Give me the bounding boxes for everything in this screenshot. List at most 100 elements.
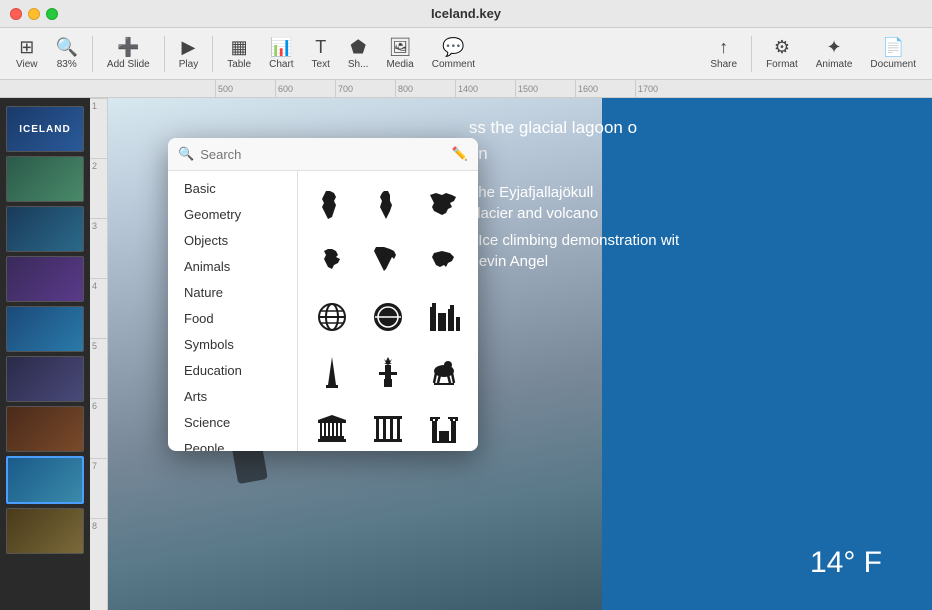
- ruler-num-800: 800: [395, 80, 455, 97]
- slide-thumb-6[interactable]: 6: [6, 356, 84, 402]
- search-bar: 🔍 ✏️: [168, 138, 478, 171]
- zoom-control[interactable]: 🔍 83%: [48, 33, 86, 74]
- vruler-200: 2: [90, 158, 107, 218]
- shape-button[interactable]: ⬟ Sh...: [340, 33, 377, 74]
- document-button[interactable]: 📄 Document: [862, 33, 924, 74]
- icon-globe[interactable]: [306, 291, 358, 343]
- icon-africa-map[interactable]: [306, 179, 358, 231]
- slide-thumb-4[interactable]: 4: [6, 256, 84, 302]
- minimize-button[interactable]: [28, 8, 40, 20]
- close-button[interactable]: [10, 8, 22, 20]
- shape-icon: ⬟: [350, 37, 366, 58]
- add-slide-icon: ➕: [117, 37, 139, 58]
- table-button[interactable]: ▦ Table: [219, 33, 259, 74]
- icon-castle[interactable]: [418, 403, 470, 451]
- slide-bullet-1: • he Eyjafjallajökull: [469, 184, 922, 201]
- view-label: View: [16, 59, 38, 70]
- ruler-num-700: 700: [335, 80, 395, 97]
- slide-thumb-9[interactable]: 9: [6, 508, 84, 554]
- comment-label: Comment: [432, 59, 475, 70]
- category-symbols[interactable]: Symbols: [172, 332, 293, 357]
- view-icon: ⊞: [19, 37, 34, 58]
- ruler-num-1600: 1600: [575, 80, 635, 97]
- slide-preview-2: [7, 157, 83, 201]
- slide-bullet-2: glacier and volcano: [469, 205, 922, 222]
- icon-equestrian-statue[interactable]: [418, 347, 470, 399]
- slide-thumb-5[interactable]: 5: [6, 306, 84, 352]
- icon-europe-map[interactable]: [306, 235, 358, 287]
- ruler-num-1500: 1500: [515, 80, 575, 97]
- zoom-label: 83%: [57, 59, 77, 70]
- vruler-600: 6: [90, 398, 107, 458]
- shapes-dropdown: 🔍 ✏️ Basic Geometry Objects Animals Natu…: [168, 138, 478, 451]
- slide-canvas[interactable]: ss the glacial lagoon o ón • he Eyjafjal…: [108, 98, 932, 610]
- media-label: Media: [386, 59, 413, 70]
- search-icon: 🔍: [178, 146, 194, 162]
- icon-australia-map[interactable]: [418, 235, 470, 287]
- document-icon: 📄: [882, 37, 904, 58]
- search-input[interactable]: [200, 147, 446, 162]
- chart-button[interactable]: 📊 Chart: [261, 33, 301, 74]
- icon-city-buildings[interactable]: [418, 291, 470, 343]
- table-label: Table: [227, 59, 251, 70]
- toolbar-separator-1: [92, 36, 93, 72]
- window-title: Iceland.key: [431, 6, 501, 21]
- ruler-num-1400: 1400: [455, 80, 515, 97]
- animate-icon: ✦: [827, 37, 842, 58]
- text-button[interactable]: T Text: [304, 33, 338, 74]
- icon-north-america-map[interactable]: [362, 235, 414, 287]
- category-objects[interactable]: Objects: [172, 228, 293, 253]
- slide-thumb-3[interactable]: 3: [6, 206, 84, 252]
- chart-icon: 📊: [270, 37, 292, 58]
- play-button[interactable]: ▶ Play: [171, 33, 206, 74]
- icon-obelisk[interactable]: [306, 347, 358, 399]
- toolbar: ⊞ View 🔍 83% ➕ Add Slide ▶ Play ▦ Table …: [0, 28, 932, 80]
- canvas-area: 1 2 3 4 5 6 7 8 ss the glacial lagoon o …: [90, 98, 932, 610]
- media-button[interactable]: 🖼 Media: [378, 33, 421, 74]
- category-science[interactable]: Science: [172, 410, 293, 435]
- icon-south-america-map[interactable]: [362, 179, 414, 231]
- ruler: 500 600 700 800 1400 1500 1600 1700: [0, 80, 932, 98]
- animate-button[interactable]: ✦ Animate: [808, 33, 861, 74]
- icon-asia-map[interactable]: [418, 179, 470, 231]
- slides-sidebar: 1 ICELAND 2 3 4 5 6 7 8: [0, 98, 90, 610]
- vruler-800: 8: [90, 518, 107, 578]
- icon-parthenon[interactable]: [306, 403, 358, 451]
- comment-button[interactable]: 💬 Comment: [424, 33, 483, 74]
- main-area: 1 ICELAND 2 3 4 5 6 7 8: [0, 98, 932, 610]
- titlebar: Iceland.key: [0, 0, 932, 28]
- slide-thumb-8[interactable]: 8: [6, 456, 84, 504]
- icon-globe-alt[interactable]: [362, 291, 414, 343]
- share-button[interactable]: ↑ Share: [702, 33, 745, 74]
- slide-thumb-2[interactable]: 2: [6, 156, 84, 202]
- vruler-500: 5: [90, 338, 107, 398]
- slide-thumb-1[interactable]: 1 ICELAND: [6, 106, 84, 152]
- pencil-icon[interactable]: ✏️: [452, 146, 468, 162]
- category-geometry[interactable]: Geometry: [172, 202, 293, 227]
- category-education[interactable]: Education: [172, 358, 293, 383]
- format-button[interactable]: ⚙ Format: [758, 33, 806, 74]
- ruler-num-600: 600: [275, 80, 335, 97]
- category-animals[interactable]: Animals: [172, 254, 293, 279]
- share-label: Share: [710, 59, 737, 70]
- slide-text-area: ss the glacial lagoon o ón • he Eyjafjal…: [469, 118, 922, 270]
- icon-grid: [298, 171, 478, 451]
- category-people[interactable]: People: [172, 436, 293, 451]
- slide-thumb-7[interactable]: 7: [6, 406, 84, 452]
- category-basic[interactable]: Basic: [172, 176, 293, 201]
- view-button[interactable]: ⊞ View: [8, 33, 46, 74]
- maximize-button[interactable]: [46, 8, 58, 20]
- text-icon: T: [315, 37, 326, 58]
- toolbar-separator-3: [212, 36, 213, 72]
- category-arts[interactable]: Arts: [172, 384, 293, 409]
- category-list: Basic Geometry Objects Animals Nature Fo…: [168, 171, 298, 451]
- slide-preview-6: [7, 357, 83, 401]
- vruler-400: 4: [90, 278, 107, 338]
- icon-statue-of-liberty[interactable]: [362, 347, 414, 399]
- category-food[interactable]: Food: [172, 306, 293, 331]
- icon-columns[interactable]: [362, 403, 414, 451]
- add-slide-button[interactable]: ➕ Add Slide: [99, 33, 158, 74]
- play-label: Play: [179, 59, 198, 70]
- category-nature[interactable]: Nature: [172, 280, 293, 305]
- chart-label: Chart: [269, 59, 293, 70]
